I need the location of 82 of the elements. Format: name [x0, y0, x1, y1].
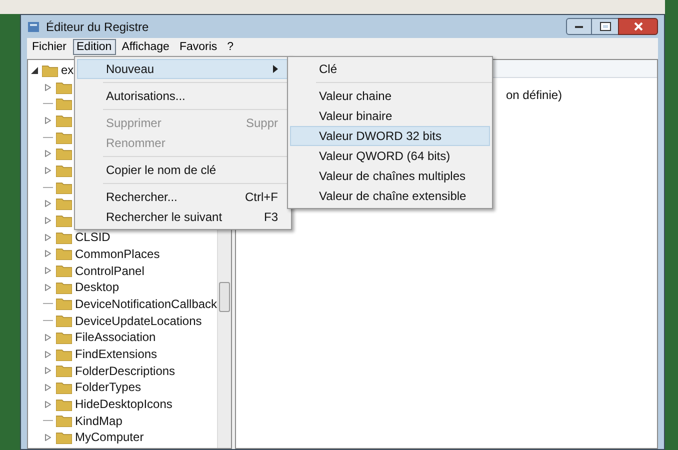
- tree-item[interactable]: CommonPlaces: [75, 244, 160, 263]
- folder-icon: [56, 297, 72, 310]
- expand-arrow-icon[interactable]: [45, 200, 51, 208]
- menu-item[interactable]: Valeur DWORD 32 bits: [290, 126, 490, 146]
- folder-icon: [56, 364, 72, 378]
- folder-icon: [56, 214, 72, 228]
- menu-item[interactable]: Valeur de chaîne extensible: [290, 186, 490, 206]
- menu-bar-item[interactable]: Favoris: [175, 39, 222, 55]
- menu-item[interactable]: Autorisations...: [77, 86, 289, 106]
- folder-icon: [56, 314, 72, 328]
- folder-icon: [56, 280, 72, 294]
- tree-item[interactable]: DeviceUpdateLocations: [75, 312, 202, 330]
- close-button[interactable]: [618, 18, 658, 35]
- close-icon: [634, 22, 642, 31]
- expand-arrow-icon[interactable]: [45, 334, 51, 341]
- expand-arrow-icon[interactable]: [45, 400, 51, 408]
- folder-icon: [56, 380, 72, 394]
- expand-arrow-icon[interactable]: [45, 217, 51, 224]
- tree-item[interactable]: MyComputer: [75, 428, 144, 446]
- folder-icon: [56, 348, 72, 361]
- menu-bar-item[interactable]: Fichier: [28, 39, 71, 55]
- tree-item[interactable]: ex: [61, 61, 74, 80]
- expand-arrow-icon[interactable]: [45, 367, 51, 374]
- expand-arrow-icon[interactable]: [45, 384, 51, 391]
- expand-arrow-icon[interactable]: [45, 116, 51, 124]
- expand-arrow-icon[interactable]: [45, 234, 51, 241]
- app-icon: [27, 20, 41, 34]
- tree-item[interactable]: Desktop: [75, 278, 120, 296]
- folder-icon: [56, 180, 72, 194]
- menu-bar-item[interactable]: Edition: [72, 39, 116, 55]
- menu-bar-item[interactable]: ?: [223, 39, 238, 55]
- folder-icon: [56, 80, 72, 94]
- menu-item[interactable]: Valeur de chaînes multiples: [290, 166, 490, 186]
- tree-item[interactable]: FolderTypes: [75, 378, 142, 396]
- tree-item[interactable]: HideDesktopIcons: [75, 395, 172, 414]
- folder-icon: [56, 398, 72, 411]
- folder-icon: [42, 64, 58, 77]
- menu-item[interactable]: Copier le nom de clé: [77, 160, 289, 180]
- expand-arrow-icon[interactable]: [45, 434, 51, 441]
- expand-arrow-icon[interactable]: [45, 267, 51, 274]
- menu-item[interactable]: Valeur binaire: [290, 106, 490, 126]
- expand-arrow-icon[interactable]: [45, 150, 51, 158]
- folder-icon: [56, 247, 72, 260]
- folder-icon: [56, 230, 72, 244]
- folder-icon: [56, 147, 72, 160]
- maximize-button[interactable]: [592, 18, 618, 35]
- menu-item[interactable]: Nouveau: [77, 59, 289, 79]
- expand-arrow-icon[interactable]: [45, 84, 51, 91]
- tree-item[interactable]: FileAssociation: [75, 328, 156, 346]
- menu-item[interactable]: Valeur chaine: [290, 86, 490, 106]
- expand-arrow-icon[interactable]: [45, 350, 51, 358]
- folder-icon: [56, 130, 72, 144]
- tree-item[interactable]: ControlPanel: [75, 262, 144, 280]
- folder-icon: [56, 414, 72, 428]
- folder-icon: [56, 197, 72, 210]
- expand-arrow-icon[interactable]: [45, 284, 51, 291]
- tree-item[interactable]: KindMap: [75, 412, 122, 430]
- minimize-button[interactable]: [566, 18, 592, 35]
- scrollbar-thumb[interactable]: [219, 282, 230, 312]
- menu-item[interactable]: Rechercher... Ctrl+F: [77, 187, 289, 207]
- value-data-cell: on définie): [506, 88, 562, 102]
- folder-icon: [56, 264, 72, 278]
- menu-item[interactable]: Valeur QWORD (64 bits): [290, 146, 490, 166]
- tree-item[interactable]: DeviceNotificationCallback: [75, 294, 218, 313]
- shortcut-text: Ctrl+F: [245, 189, 278, 206]
- folder-icon: [56, 164, 72, 177]
- folder-icon: [56, 330, 72, 344]
- tree-item[interactable]: CLSID: [75, 228, 110, 246]
- shortcut-text: F3: [264, 209, 278, 226]
- folder-icon: [56, 97, 72, 110]
- collapse-arrow-icon[interactable]: [31, 66, 38, 74]
- window-title: Éditeur du Registre: [46, 18, 149, 36]
- tree-item[interactable]: FindExtensions: [75, 345, 158, 364]
- shortcut-text: Suppr: [246, 115, 278, 132]
- menu-bar-item[interactable]: Affichage: [118, 39, 174, 55]
- expand-arrow-icon[interactable]: [45, 250, 51, 258]
- menu-item[interactable]: Clé: [290, 59, 490, 79]
- expand-arrow-icon[interactable]: [45, 166, 51, 174]
- folder-icon: [56, 430, 72, 444]
- folder-icon: [56, 114, 72, 127]
- menu-item[interactable]: Rechercher le suivant F3: [77, 207, 289, 227]
- tree-item[interactable]: FolderDescriptions: [75, 362, 176, 380]
